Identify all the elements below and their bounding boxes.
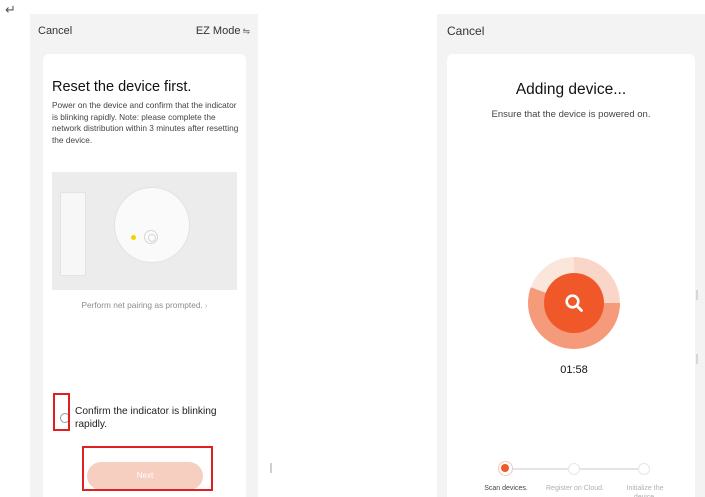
return-arrow-icon: ↵ (5, 3, 16, 18)
cancel-button-right[interactable]: Cancel (447, 24, 484, 38)
device-plug-shape (60, 192, 86, 276)
scan-core (544, 273, 604, 333)
divider (270, 463, 272, 473)
ez-mode-switch[interactable]: EZ Mode ⇋ (196, 25, 250, 37)
ez-mode-label: EZ Mode (195, 25, 241, 37)
step-initialize-icon (638, 463, 650, 475)
next-button-highlight-box (82, 446, 213, 491)
blinking-indicator-icon (131, 235, 136, 240)
adding-device-screen: Cancel Adding device... Ensure that the … (437, 14, 705, 497)
step-register-icon (568, 463, 580, 475)
decor-dash (696, 354, 698, 364)
decor-dash (696, 290, 698, 300)
adding-subtitle: Ensure that the device is powered on. (491, 109, 651, 120)
switch-mode-icon: ⇋ (242, 27, 250, 37)
net-pairing-label: Perform net pairing as prompted. (81, 300, 203, 310)
step-label-scan: Scan devices. (484, 485, 528, 492)
reset-button-icon (144, 230, 158, 244)
radio-highlight-box (53, 393, 70, 431)
adding-title: Adding device... (515, 81, 627, 98)
step-label-initialize: Initialize the device. (626, 485, 664, 497)
step-label-register: Register on Cloud. (546, 485, 604, 492)
device-circle-shape (114, 187, 190, 263)
device-reset-illustration (52, 172, 237, 290)
confirm-indicator-label[interactable]: Confirm the indicator is blinking rapidl… (75, 405, 243, 431)
chevron-right-icon: › (204, 300, 208, 310)
scan-progress-ring (528, 257, 620, 349)
adding-device-card: Adding device... Ensure that the device … (447, 54, 695, 497)
search-icon (565, 294, 583, 312)
cancel-button[interactable]: Cancel (38, 25, 72, 37)
page-title: Reset the device first. (52, 79, 192, 95)
countdown-timer: 01:58 (560, 364, 588, 376)
reset-description: Power on the device and confirm that the… (52, 100, 239, 145)
net-pairing-link[interactable]: Perform net pairing as prompted. › (43, 300, 246, 310)
step-scan-icon (498, 461, 513, 476)
reset-instructions-card: Reset the device first. Power on the dev… (43, 54, 246, 497)
